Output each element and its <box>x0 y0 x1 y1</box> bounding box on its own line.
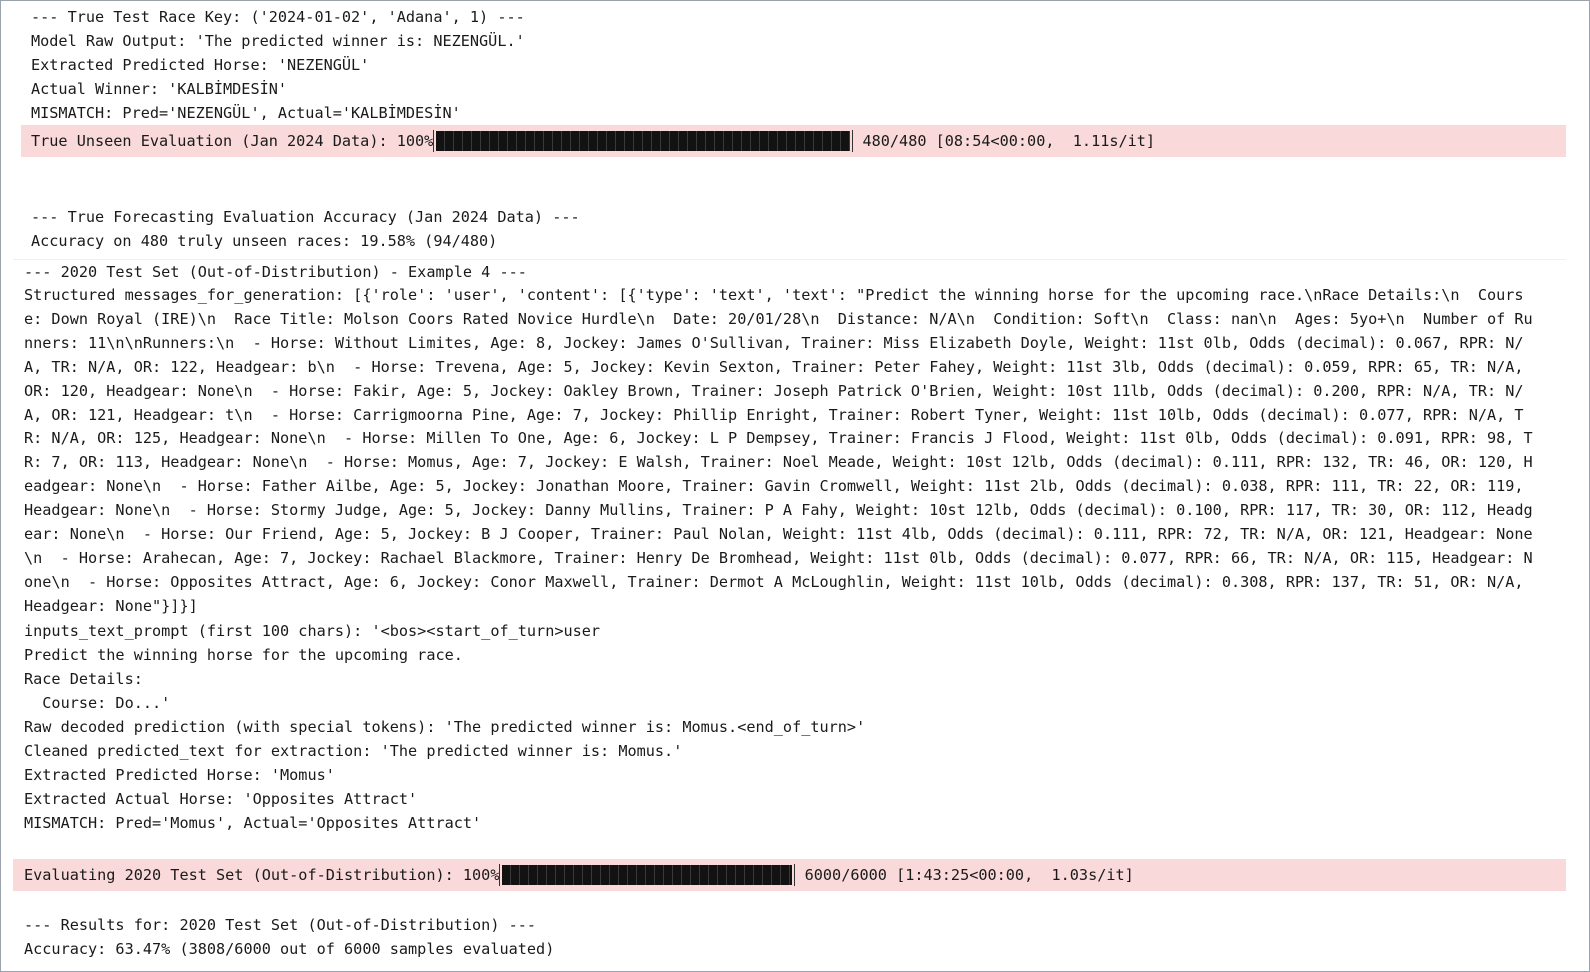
mismatch-line: MISMATCH: Pred='NEZENGÜL', Actual='KALBİ… <box>31 104 461 122</box>
mismatch-line: MISMATCH: Pred='Momus', Actual='Opposite… <box>24 813 482 832</box>
model-raw-output-line: Model Raw Output: 'The predicted winner … <box>31 32 525 50</box>
progress-left-edge <box>499 864 501 886</box>
race-key-line: --- True Test Race Key: ('2024-01-02', '… <box>31 8 525 26</box>
progress-fill <box>436 131 851 151</box>
results-accuracy-line: Accuracy: 63.47% (3808/6000 out of 6000 … <box>24 940 555 958</box>
inputs-text-prompt-line: inputs_text_prompt (first 100 chars): '<… <box>24 621 601 640</box>
example-header-line: --- 2020 Test Set (Out-of-Distribution) … <box>24 263 527 281</box>
results-header-line: --- Results for: 2020 Test Set (Out-of-D… <box>24 916 537 934</box>
output-cell-forecast-accuracy: --- True Forecasting Evaluation Accuracy… <box>31 205 1561 253</box>
stderr-progress-cell-2020: Evaluating 2020 Test Set (Out-of-Distrib… <box>13 859 1566 891</box>
progress-stats: 480/480 [08:54<00:00, 1.11s/it] <box>853 132 1156 150</box>
extracted-predicted-horse-line: Extracted Predicted Horse: 'NEZENGÜL' <box>31 56 370 74</box>
prompt-line-2: Predict the winning horse for the upcomi… <box>24 645 463 664</box>
progress-left-edge <box>433 130 435 152</box>
output-cell-2020-example: --- 2020 Test Set (Out-of-Distribution) … <box>13 259 1566 835</box>
output-cell-unseen-example: --- True Test Race Key: ('2024-01-02', '… <box>31 5 1561 125</box>
prompt-line-4: Course: Do...' <box>24 693 171 712</box>
progress-label: Evaluating 2020 Test Set (Out-of-Distrib… <box>24 866 500 884</box>
forecast-accuracy-line: Accuracy on 480 truly unseen races: 19.5… <box>31 232 498 250</box>
prompt-line-3: Race Details: <box>24 669 143 688</box>
progress-stats: 6000/6000 [1:43:25<00:00, 1.03s/it] <box>795 866 1134 884</box>
extracted-predicted-horse-line: Extracted Predicted Horse: 'Momus' <box>24 765 335 784</box>
forecast-header-line: --- True Forecasting Evaluation Accuracy… <box>31 208 580 226</box>
raw-decoded-prediction-line: Raw decoded prediction (with special tok… <box>24 717 866 736</box>
actual-winner-line: Actual Winner: 'KALBİMDESİN' <box>31 80 288 98</box>
cleaned-predicted-text-line: Cleaned predicted_text for extraction: '… <box>24 741 683 760</box>
progress-bar-2020: Evaluating 2020 Test Set (Out-of-Distrib… <box>24 859 1134 891</box>
progress-label: True Unseen Evaluation (Jan 2024 Data): … <box>31 132 434 150</box>
progress-bar-unseen: True Unseen Evaluation (Jan 2024 Data): … <box>31 125 1155 157</box>
stderr-progress-cell-unseen: True Unseen Evaluation (Jan 2024 Data): … <box>21 125 1566 157</box>
output-cell-2020-results: --- Results for: 2020 Test Set (Out-of-D… <box>13 913 1566 961</box>
progress-fill <box>502 865 793 885</box>
extracted-actual-horse-line: Extracted Actual Horse: 'Opposites Attra… <box>24 789 418 808</box>
structured-messages-block: Structured messages_for_generation: [{'r… <box>24 286 1533 615</box>
